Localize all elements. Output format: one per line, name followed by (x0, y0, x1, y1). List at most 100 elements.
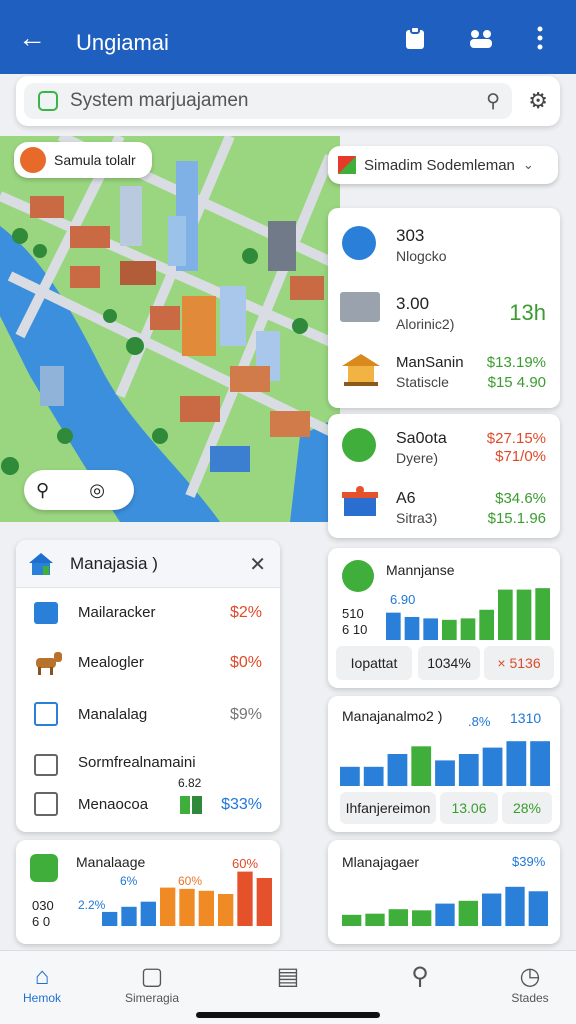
list-item[interactable]: Menaocoa 6.82 $33% (16, 776, 280, 824)
app-bar: ← Ungiamai (0, 0, 576, 74)
list-item-value: $2% (229, 604, 262, 621)
flag-icon (338, 156, 356, 174)
chevron-down-icon: ⌄ (522, 157, 534, 172)
nav-item-stats[interactable]: ◷ Stades (490, 963, 570, 1005)
chat-icon (30, 854, 58, 882)
city-map[interactable]: Samula tolalr ⚲ ◎ (0, 136, 340, 522)
chart-title: Mlanajagaer (342, 854, 420, 870)
list-item-label: Mailaracker (78, 604, 156, 621)
mini-bar-chart (180, 796, 202, 814)
manage-panel-title: Manajasia ) (70, 554, 158, 573)
list-item[interactable]: Sormfrealnamaini (16, 750, 280, 780)
search-icon[interactable]: ⚲ (486, 90, 500, 113)
nav-item-home[interactable]: ⌂ Hemok (2, 963, 82, 1005)
chart-bar (506, 741, 527, 786)
system-icon (38, 91, 58, 111)
bar-chart (342, 886, 548, 926)
bar-chart (386, 588, 550, 640)
clipboard-icon[interactable] (404, 26, 426, 56)
chart-bar (412, 910, 432, 926)
y-label: 6 0 (32, 914, 51, 929)
stat-v2: $15 4.90 (487, 374, 546, 391)
chart-panel-c: Manalaage 60% 6% 60% 2.2% 030 6 0 (16, 840, 280, 944)
market-icon (340, 486, 380, 520)
chart-bar (435, 760, 455, 786)
stat-button[interactable]: Ihfanjereimon (340, 792, 436, 824)
page-title: Ungiamai (76, 30, 169, 55)
diamond-icon (342, 560, 374, 592)
nav-item-package[interactable]: ▢ Simeragia (112, 963, 192, 1005)
stat-button[interactable]: 1034% (418, 646, 480, 680)
avatar (20, 147, 46, 173)
pin-icon[interactable]: ⚲ (36, 480, 49, 501)
list-item-value: $0% (229, 654, 262, 671)
list-item-value: $9% (229, 706, 262, 723)
chart-bar (256, 878, 272, 926)
y-label: 6 10 (342, 622, 368, 637)
location-chip-label: Samula tolalr (54, 152, 136, 168)
chart-bar (140, 901, 156, 926)
stat-button[interactable]: 28% (502, 792, 552, 824)
clipboard-badge-icon: ▤ (276, 963, 300, 990)
list-item[interactable]: Mailaracker $2% (16, 598, 280, 638)
stat-v1: $27.15% (486, 430, 546, 447)
building-icon (340, 292, 380, 322)
list-item[interactable]: Manalalag $9% (16, 700, 280, 740)
chart-bar (160, 887, 176, 926)
chart-bar (498, 589, 513, 640)
chart-panel-b: Manajanalmo2 ) .8% 1310 Ihfanjereimon 13… (328, 696, 560, 832)
y-label: 510 (342, 606, 364, 621)
bar-chart (102, 871, 272, 926)
more-vertical-icon[interactable] (536, 26, 544, 56)
chart-bar (198, 890, 214, 926)
close-icon[interactable]: ✕ (249, 552, 266, 577)
chart-bar (516, 589, 532, 640)
chart-bar (535, 588, 550, 640)
stat-v2: $15.1.96 (487, 510, 546, 527)
region-dropdown[interactable]: Simadim Sodemleman ⌄ (328, 146, 558, 184)
stat-button[interactable]: 13.06 (440, 792, 498, 824)
target-icon (342, 428, 376, 462)
chart-doc-icon (34, 702, 58, 726)
chart-bar (528, 891, 548, 926)
manage-panel: Manajasia ) ✕ Mailaracker $2% Mealogler … (16, 540, 280, 832)
chart-bar (458, 754, 479, 786)
nav-item-tasks[interactable]: ▤ (248, 963, 328, 991)
chart-bar (479, 609, 494, 640)
chart-panel-a: Mannjanse 6.90 510 6 10 Iopattat 1034% ×… (328, 548, 560, 688)
nav-item-search-map[interactable]: ⚲ (380, 963, 460, 991)
home-indicator (196, 1012, 380, 1018)
nav-label: Simeragia (124, 991, 180, 1005)
search-input[interactable] (70, 87, 450, 115)
stat-button[interactable]: × 5136 (484, 646, 554, 680)
list-item[interactable]: Mealogler $0% (16, 648, 280, 688)
chart-bar (423, 618, 438, 640)
mini-value: 6.82 (178, 776, 202, 790)
chart-panel-d: Mlanajagaer $39% (328, 840, 560, 944)
temple-icon (340, 352, 382, 386)
chart-label: $39% (512, 854, 546, 869)
list-item-label: Sormfrealnamaini (78, 754, 196, 771)
search-bar: ⚲ ⚙ (16, 76, 560, 126)
chart-bar (121, 906, 137, 926)
list-item-value: $33% (221, 796, 262, 813)
stat-v2: $71/0% (495, 448, 546, 465)
chart-bar (482, 747, 503, 786)
chart-bar (179, 888, 195, 926)
location-chip[interactable]: Samula tolalr (14, 142, 152, 178)
locate-icon[interactable]: ◎ (89, 480, 105, 501)
stat-value: 3.00 (396, 294, 430, 313)
stat-button[interactable]: Iopattat (336, 646, 412, 680)
stat-v1: $13.19% (486, 354, 546, 371)
house-icon (28, 552, 54, 576)
chart-bar (387, 754, 408, 786)
chart-bar (342, 914, 362, 926)
chart-bar (237, 871, 253, 926)
chart-bar (363, 766, 384, 786)
gear-icon[interactable]: ⚙ (528, 88, 548, 114)
stat-sub: Statiscle (396, 374, 449, 390)
stat-name: ManSanin (396, 354, 464, 371)
people-icon[interactable] (468, 26, 494, 56)
back-arrow-icon[interactable]: ← (18, 24, 46, 52)
search-field-container: ⚲ (24, 83, 512, 119)
